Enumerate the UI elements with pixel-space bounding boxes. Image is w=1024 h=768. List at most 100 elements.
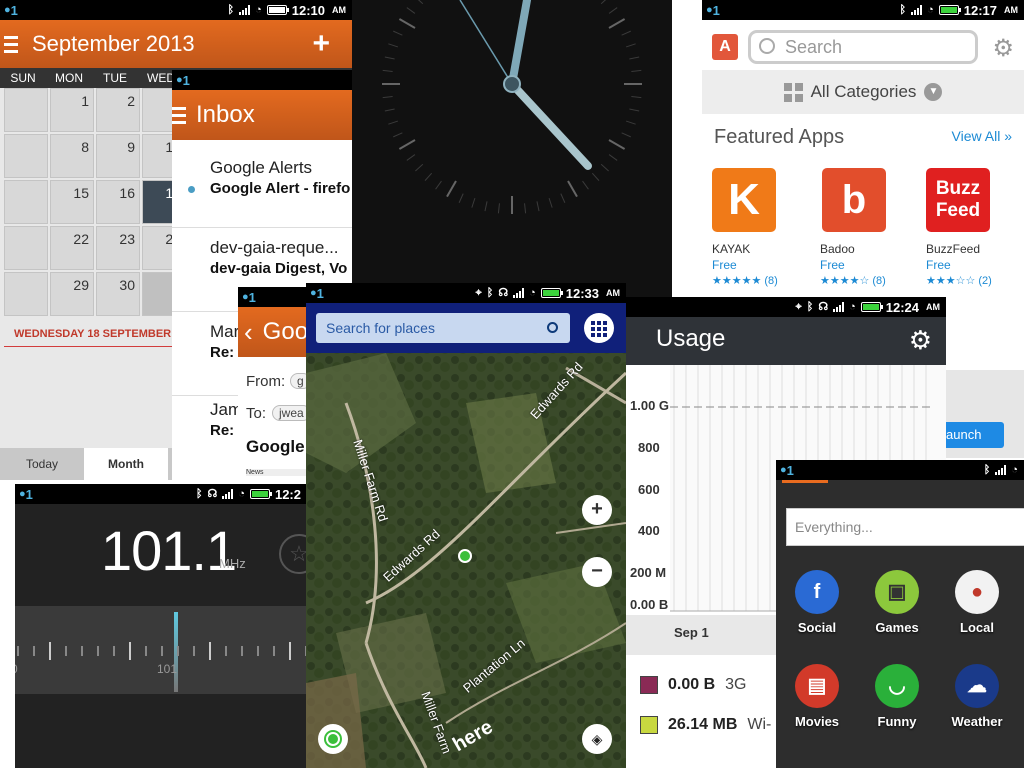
clock-tick <box>458 193 464 203</box>
calendar-day-cell[interactable] <box>4 88 48 132</box>
tab-month[interactable]: Month <box>84 448 168 480</box>
dial-tick <box>193 646 195 656</box>
calendar-day-cell[interactable] <box>4 134 48 178</box>
app-rating: ★★★★★ (8) <box>712 275 778 287</box>
clock-tick <box>600 163 609 172</box>
tile-social[interactable]: f Social <box>782 570 852 635</box>
buzzfeed-app-icon: Buzz Feed <box>926 168 990 232</box>
clock-tick <box>548 197 553 208</box>
weekday-label: MON <box>55 71 83 85</box>
tile-local[interactable]: ● Local <box>942 570 1012 635</box>
message-subject: Google Alert - firefo <box>210 180 351 197</box>
battery-icon <box>266 5 289 15</box>
battery-icon <box>540 288 563 298</box>
dial-tick <box>33 646 35 656</box>
homescreen-everything-me: ● 1 ᛒ ◔ Everything... f Social ▣ Games ● … <box>776 460 1024 768</box>
launch-button[interactable]: aunch <box>946 422 1004 448</box>
clock-tick <box>406 154 416 161</box>
tile-games[interactable]: ▣ Games <box>862 570 932 635</box>
clock-tick <box>471 197 476 208</box>
clock-tick <box>382 96 393 99</box>
settings-gear-icon[interactable]: ⚙ <box>992 34 1014 63</box>
tab-today[interactable]: Today <box>0 448 84 480</box>
search-input[interactable]: Everything... <box>786 508 1024 546</box>
calendar-day-cell[interactable]: 15 <box>50 180 94 224</box>
clock-tick <box>415 163 424 172</box>
calendar-day-cell[interactable]: 1 <box>50 88 94 132</box>
chevron-down-icon: ▼ <box>924 83 943 101</box>
search-input[interactable]: Search for places <box>316 313 570 343</box>
calendar-day-cell[interactable]: 2 <box>96 88 140 132</box>
gps-icon: ⌖ <box>475 286 482 299</box>
calendar-day-cell[interactable]: 22 <box>50 226 94 270</box>
calendar-day-cell[interactable]: 8 <box>50 134 94 178</box>
zoom-in-button[interactable]: + <box>582 495 612 525</box>
menu-icon[interactable] <box>4 35 18 53</box>
favorite-star-icon[interactable]: ☆ <box>279 534 307 574</box>
calendar-day-cell[interactable]: 16 <box>96 180 140 224</box>
dial-tick <box>225 646 227 656</box>
layers-icon[interactable]: ◈ <box>582 724 612 754</box>
tile-funny[interactable]: ◡ Funny <box>862 664 932 729</box>
to-chip[interactable]: jwea <box>272 405 311 421</box>
y-axis-label: 600 <box>638 482 660 497</box>
message-title: Goo <box>262 318 309 345</box>
categories-dropdown[interactable]: All Categories ▼ <box>702 70 1024 114</box>
tile-weather[interactable]: ☁ Weather <box>942 664 1012 729</box>
apps-grid-icon[interactable] <box>584 313 614 343</box>
marketplace-app: ● 1 ᛒ ◔ 12:17 AM A Search ⚙ All Categories… <box>702 0 1024 300</box>
calendar-day-cell[interactable]: 9 <box>96 134 140 178</box>
clock-tick <box>625 43 636 48</box>
dial-tick <box>209 642 211 660</box>
legend-label: 3G <box>725 676 747 693</box>
clock-tick <box>629 108 640 112</box>
calendar-day-cell[interactable] <box>4 226 48 270</box>
calendar-day-cell[interactable] <box>4 272 48 316</box>
zoom-out-button[interactable]: − <box>582 557 612 587</box>
app-card-buzzfeed[interactable]: Buzz Feed BuzzFeed Free ★★★☆☆ (2) <box>926 168 1024 287</box>
clock-tick <box>393 30 403 36</box>
message-sender: dev-gaia-reque... <box>210 238 339 257</box>
headphones-icon: ☊ <box>498 286 509 299</box>
view-all-link[interactable]: View All » <box>952 128 1012 144</box>
clock-tick <box>608 154 618 161</box>
locate-me-button[interactable] <box>318 724 348 754</box>
clock-tick <box>536 201 540 212</box>
tile-label: Movies <box>794 714 840 729</box>
back-icon[interactable]: ‹ <box>244 317 253 348</box>
signal-icon <box>222 489 234 499</box>
app-card-kayak[interactable]: K KAYAK Free ★★★★★ (8) <box>712 168 812 287</box>
message-subject: Re: <box>210 344 235 361</box>
wifi-icon: ◔ <box>255 3 262 16</box>
bluetooth-icon: ᛒ <box>227 3 235 16</box>
satellite-map[interactable] <box>306 283 626 768</box>
clock-tick <box>497 203 500 214</box>
wifi-icon: ◔ <box>238 487 245 500</box>
clock-tick <box>393 132 403 138</box>
legend-swatch <box>640 716 658 734</box>
status-bar: ● 1 <box>172 70 352 90</box>
tile-label: Local <box>960 620 994 635</box>
dial-tick <box>161 646 163 656</box>
app-name: Badoo <box>820 242 855 256</box>
calendar-day-cell[interactable]: 23 <box>96 226 140 270</box>
clock-tick <box>384 108 395 112</box>
tile-label: Social <box>797 620 837 635</box>
calendar-day-cell[interactable]: 30 <box>96 272 140 316</box>
tuning-dial[interactable]: 0 101 <box>15 606 307 694</box>
settings-gear-icon[interactable]: ⚙ <box>909 325 932 356</box>
funny-icon: ◡ <box>875 664 919 708</box>
search-input[interactable]: Search <box>748 30 978 64</box>
signal-icon <box>513 288 525 298</box>
message-row[interactable]: Google Alerts Google Alert - firefo <box>172 140 352 228</box>
app-card-badoo[interactable]: b Badoo Free ★★★★☆ (8) <box>820 168 920 287</box>
tile-movies[interactable]: ▤ Movies <box>782 664 852 729</box>
notification-indicator: ● 1 <box>706 2 720 18</box>
calendar-day-cell[interactable]: 29 <box>50 272 94 316</box>
menu-icon[interactable] <box>172 106 186 124</box>
status-time: 12:10 <box>291 2 325 18</box>
signal-icon <box>911 5 923 15</box>
featured-title: Featured Apps <box>714 126 845 148</box>
calendar-day-cell[interactable] <box>4 180 48 224</box>
add-event-button[interactable]: + <box>312 27 330 61</box>
